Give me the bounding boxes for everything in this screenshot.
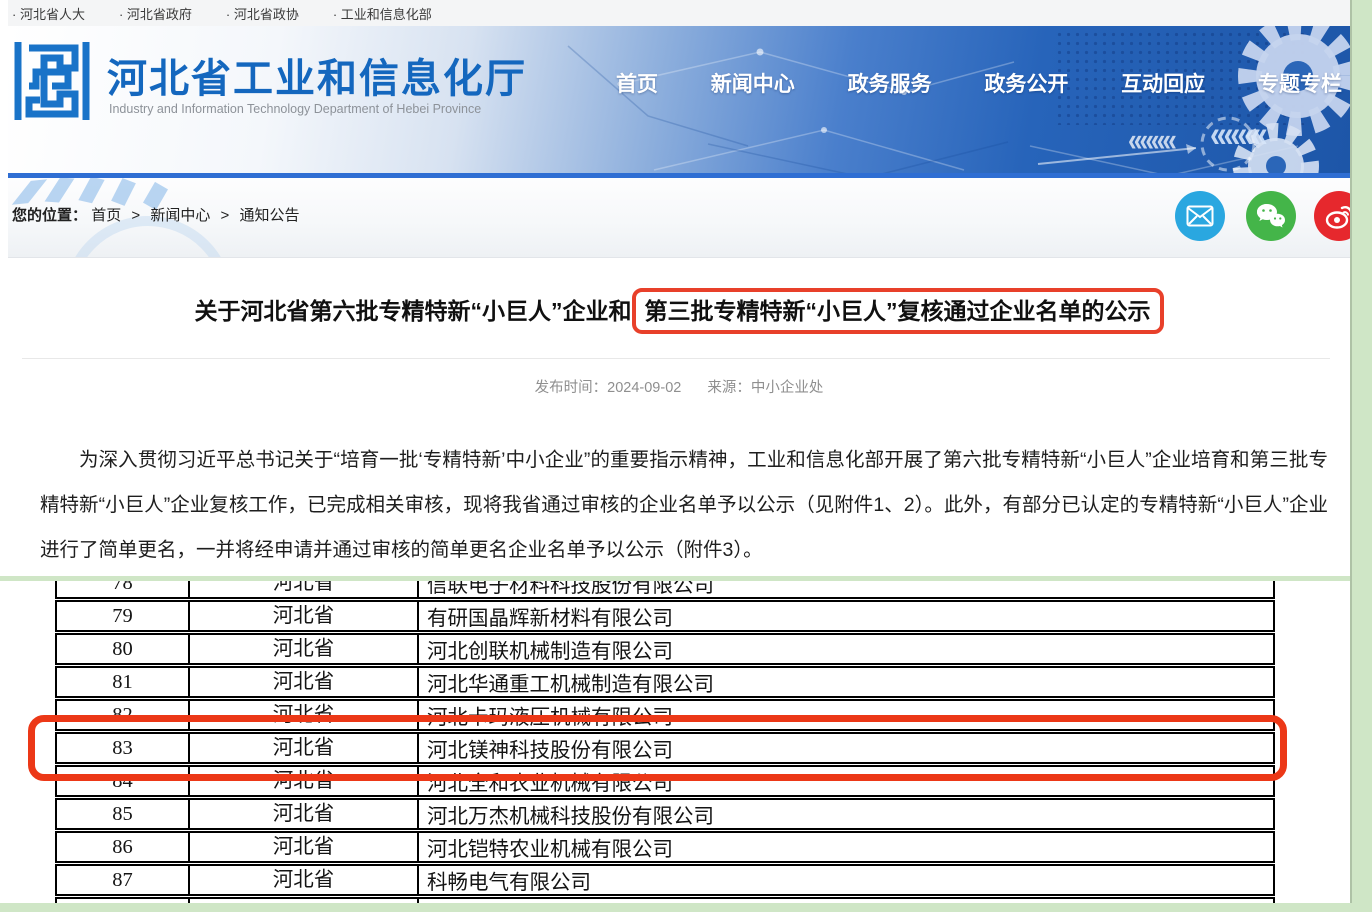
top-link-renda[interactable]: · 河北省人大 <box>12 4 85 23</box>
top-link-miit[interactable]: · 工业和信息化部 <box>333 4 432 23</box>
wechat-share-button[interactable] <box>1246 191 1296 241</box>
title-red-annotation-box: 第三批专精特新“小巨人”复核通过企业名单的公示 <box>632 288 1164 334</box>
mail-icon <box>1186 205 1214 227</box>
nav-interaction[interactable]: 互动回应 <box>1121 68 1205 98</box>
table-cell-company: 河北铠特农业机械有限公司 <box>419 832 1273 862</box>
table-row: 78 河北省 信联电子材料科技股份有限公司 <box>55 581 1275 599</box>
table-cell-company: 河北万杰机械科技股份有限公司 <box>419 799 1273 829</box>
table-cell-province: 河北省 <box>188 800 419 828</box>
main-nav: 首页 新闻中心 政务服务 政务公开 互动回应 专题专栏 <box>616 68 1342 98</box>
nav-disclosure[interactable]: 政务公开 <box>984 68 1068 98</box>
breadcrumb-notices[interactable]: 通知公告 <box>239 207 299 224</box>
nav-news[interactable]: 新闻中心 <box>711 68 795 98</box>
gear-decoration <box>1180 26 1350 173</box>
table-row: 85 河北省 河北万杰机械科技股份有限公司 <box>55 798 1275 830</box>
chevrons-decoration: «««« <box>1128 123 1174 156</box>
org-name-en: Industry and Information Technology Depa… <box>109 102 481 116</box>
site-banner: «««« «««« 河北省工业和信息化厅 Industry and Inform… <box>8 26 1350 173</box>
article-title: 关于河北省第六批专精特新“小巨人”企业和第三批专精特新“小巨人”复核通过企业名单… <box>8 292 1350 326</box>
table-cell-company: 河北华通重工机械制造有限公司 <box>419 667 1273 697</box>
mail-share-button[interactable] <box>1175 191 1225 241</box>
green-frame-bottom <box>0 903 1372 912</box>
chevrons-decoration: «««« <box>1210 116 1265 154</box>
fan-decoration <box>111 178 136 206</box>
table-cell-no: 80 <box>57 638 188 661</box>
article-paragraph: 为深入贯彻习近平总书记关于“培育一批‘专精特新’中小企业”的重要指示精神，工业和… <box>40 438 1328 573</box>
table-row: 87 河北省 科畅电气有限公司 <box>55 864 1275 896</box>
wechat-icon <box>1256 203 1286 229</box>
table-cell-no: 85 <box>57 803 188 826</box>
table-cell-province: 河北省 <box>188 866 419 894</box>
source-value: 中小企业处 <box>751 380 824 396</box>
nav-services[interactable]: 政务服务 <box>848 68 932 98</box>
green-frame-right <box>1350 0 1372 912</box>
article-title-part1: 关于河北省第六批专精特新“小巨人”企业和 <box>195 298 632 324</box>
publish-time-label: 发布时间： <box>535 380 608 396</box>
table-cell-no: 79 <box>57 605 188 628</box>
table-cell-company: 科畅电气有限公司 <box>419 865 1273 895</box>
breadcrumb-separator: > <box>221 207 230 224</box>
table-cell-no: 81 <box>57 671 188 694</box>
breadcrumb-prefix: 您的位置： <box>12 207 87 224</box>
fan-decoration <box>45 178 75 202</box>
table-row: 79 河北省 有研国晶辉新材料有限公司 <box>55 600 1275 632</box>
site-logo[interactable] <box>12 38 92 124</box>
fan-decoration <box>12 179 47 204</box>
top-link-zhengfu[interactable]: · 河北省政府 <box>119 4 192 23</box>
table-row: 86 河北省 河北铠特农业机械有限公司 <box>55 831 1275 863</box>
top-links-bar: · 河北省人大 · 河北省政府 · 河北省政协 · 工业和信息化部 <box>8 0 1350 26</box>
breadcrumb: 您的位置： 首页 > 新闻中心 > 通知公告 <box>12 204 299 225</box>
table-cell-province: 河北省 <box>188 581 419 597</box>
breadcrumb-news[interactable]: 新闻中心 <box>150 207 210 224</box>
table-cell-province: 河北省 <box>188 833 419 861</box>
logo-maze-icon <box>12 38 92 124</box>
table-cell-company: 有研国晶辉新材料有限公司 <box>419 601 1273 631</box>
table-row: 80 河北省 河北创联机械制造有限公司 <box>55 633 1275 665</box>
table-cell-no: 86 <box>57 836 188 859</box>
green-frame-top <box>0 576 1372 581</box>
page: · 河北省人大 · 河北省政府 · 河北省政协 · 工业和信息化部 <box>0 0 1372 912</box>
table-cell-company: 河北创联机械制造有限公司 <box>419 634 1273 664</box>
table-cell-no: 78 <box>57 581 188 595</box>
nav-topics[interactable]: 专题专栏 <box>1258 68 1342 98</box>
title-divider <box>22 358 1330 359</box>
source-label: 来源： <box>707 380 751 396</box>
breadcrumb-home[interactable]: 首页 <box>91 207 121 224</box>
article-title-part2: 第三批专精特新“小巨人”复核通过企业名单的公示 <box>645 298 1151 324</box>
top-link-zhengxie[interactable]: · 河北省政协 <box>226 4 299 23</box>
table-cell-province: 河北省 <box>188 635 419 663</box>
fan-decoration <box>78 178 104 203</box>
nav-home[interactable]: 首页 <box>616 68 658 98</box>
table-cell-company: 信联电子材料科技股份有限公司 <box>419 581 1273 598</box>
publish-time-value: 2024-09-02 <box>607 380 681 396</box>
table-cell-province: 河北省 <box>188 668 419 696</box>
org-name-cn: 河北省工业和信息化厅 <box>107 46 527 104</box>
article-meta: 发布时间：2024-09-02 来源：中小企业处 <box>8 376 1350 397</box>
row-83-red-annotation-box <box>28 715 1287 781</box>
breadcrumb-separator: > <box>131 207 140 224</box>
table-row: 81 河北省 河北华通重工机械制造有限公司 <box>55 666 1275 698</box>
table-cell-no: 87 <box>57 869 188 892</box>
table-cell-province: 河北省 <box>188 602 419 630</box>
breadcrumb-band: 您的位置： 首页 > 新闻中心 > 通知公告 <box>8 178 1350 258</box>
